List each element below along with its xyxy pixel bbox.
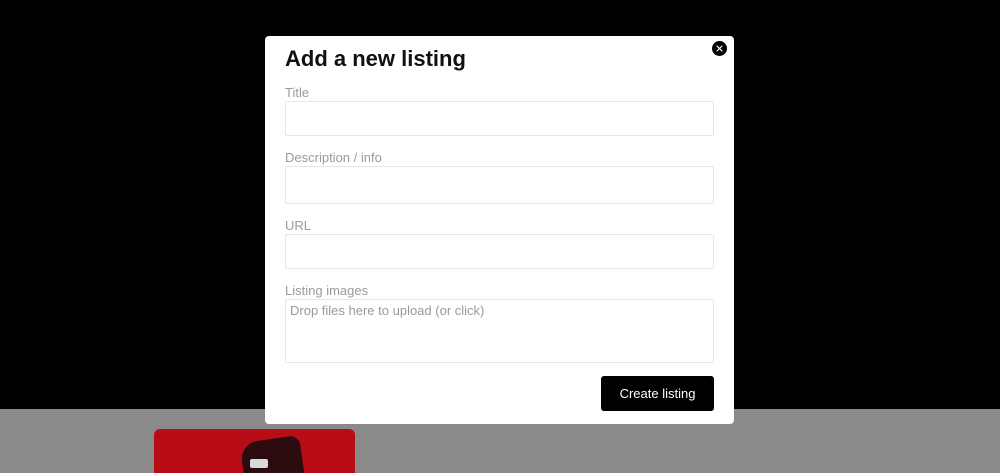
modal-title: Add a new listing — [285, 46, 466, 71]
url-label: URL — [285, 218, 312, 233]
url-input[interactable] — [285, 234, 714, 269]
dropzone-hint: Drop files here to upload (or click) — [290, 303, 485, 318]
listing-thumbnail-image — [239, 435, 305, 473]
background-listing-card — [154, 429, 355, 473]
create-listing-button[interactable]: Create listing — [601, 376, 714, 411]
close-icon — [716, 45, 723, 52]
title-input[interactable] — [285, 101, 714, 136]
description-input[interactable] — [285, 166, 714, 204]
listing-images-label: Listing images — [285, 283, 369, 298]
close-button[interactable] — [712, 41, 727, 56]
title-label: Title — [285, 85, 310, 100]
image-upload-dropzone[interactable]: Drop files here to upload (or click) — [285, 299, 714, 363]
description-label: Description / info — [285, 150, 382, 165]
page: Add a new listing Title Description / in… — [0, 0, 1000, 473]
shoe-logo-tag — [250, 459, 268, 468]
add-listing-modal: Add a new listing Title Description / in… — [265, 36, 734, 424]
